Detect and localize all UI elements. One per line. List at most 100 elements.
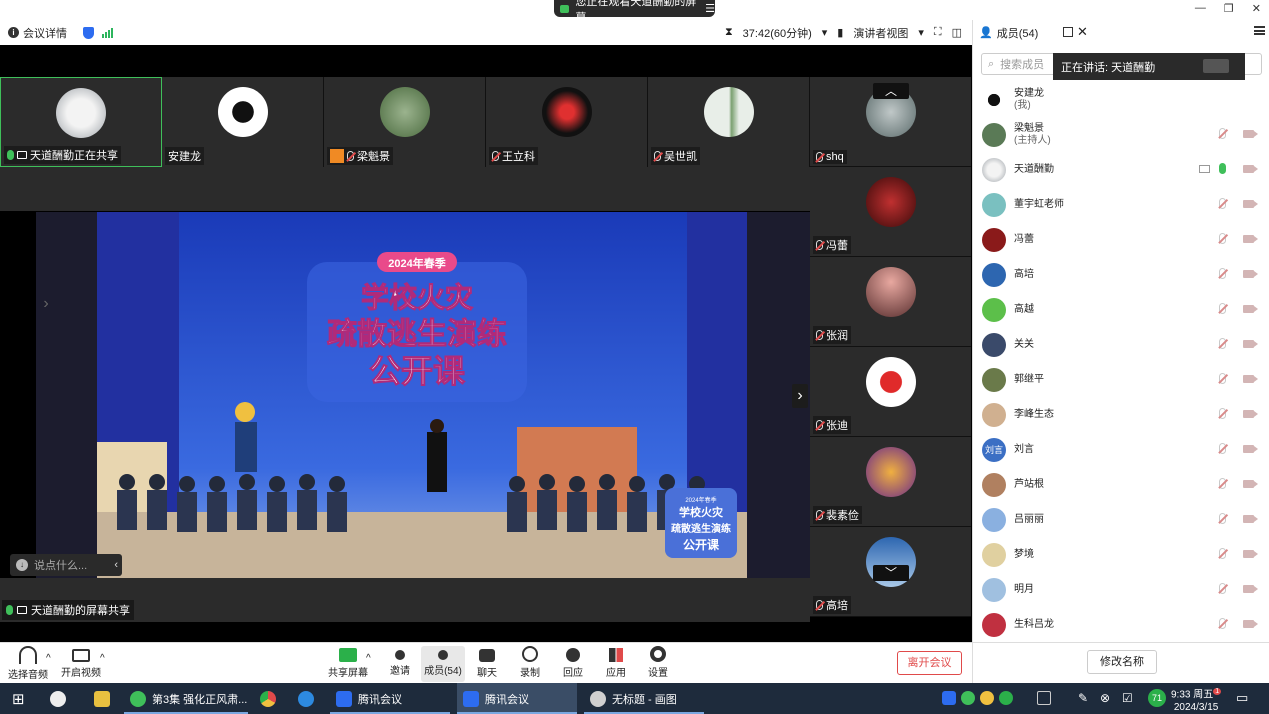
chevron-left-icon[interactable]: ‹: [114, 559, 118, 571]
member-row[interactable]: 天道酬勤: [973, 152, 1269, 187]
pen-icon[interactable]: ✎: [1078, 691, 1092, 705]
taskbar-app[interactable]: [88, 683, 118, 714]
camera-off-icon[interactable]: [1243, 480, 1258, 488]
mic-off-icon[interactable]: [1219, 443, 1226, 454]
chevron-down-icon[interactable]: ▾: [918, 26, 924, 39]
member-row[interactable]: 郭继平: [973, 362, 1269, 397]
member-row[interactable]: 生科吕龙: [973, 607, 1269, 642]
members-button[interactable]: 成员(54): [421, 646, 465, 682]
member-row[interactable]: 安建龙 (我): [973, 82, 1269, 117]
participant-tile[interactable]: 王立科: [486, 77, 648, 167]
apps-button[interactable]: 应用: [594, 646, 638, 679]
camera-off-icon[interactable]: [1243, 410, 1258, 418]
mic-off-icon[interactable]: [1219, 128, 1226, 139]
camera-off-icon[interactable]: [1243, 550, 1258, 558]
chat-input[interactable]: ↓ 说点什么... ‹: [10, 554, 122, 576]
chevron-up-icon[interactable]: ^: [100, 653, 105, 664]
mic-off-icon[interactable]: [1219, 548, 1226, 559]
participant-tile[interactable]: 张迪: [810, 347, 971, 437]
camera-off-icon[interactable]: [1243, 375, 1258, 383]
record-button[interactable]: 录制: [508, 646, 552, 679]
fullscreen-icon[interactable]: ⛶: [934, 26, 942, 39]
camera-off-icon[interactable]: [1243, 585, 1258, 593]
mic-off-icon[interactable]: [1219, 478, 1226, 489]
security-shield-icon[interactable]: [83, 26, 94, 39]
member-row[interactable]: 冯蕾: [973, 222, 1269, 257]
participant-tile[interactable]: 天道酬勤正在共享: [0, 77, 162, 167]
member-row[interactable]: 吕丽丽: [973, 502, 1269, 537]
chevron-right-icon[interactable]: ›: [792, 384, 808, 408]
tray-icon[interactable]: [980, 691, 994, 705]
camera-off-icon[interactable]: [1243, 235, 1258, 243]
system-clock[interactable]: 9:33 周五 1 2024/3/15: [1171, 685, 1222, 714]
mic-off-icon[interactable]: [1219, 408, 1226, 419]
meeting-timer[interactable]: 37:42(60分钟): [743, 25, 812, 41]
member-row[interactable]: 董宇虹老师: [973, 187, 1269, 222]
close-circle-icon[interactable]: ⊗: [1100, 691, 1114, 705]
member-row[interactable]: 梁魁景 (主持人): [973, 117, 1269, 152]
chevron-up-icon[interactable]: ︿: [873, 83, 909, 99]
camera-off-icon[interactable]: [1243, 515, 1258, 523]
camera-off-icon[interactable]: [1243, 130, 1258, 138]
tray-badge[interactable]: 71: [1148, 689, 1166, 707]
mic-off-icon[interactable]: [1219, 373, 1226, 384]
taskbar-app[interactable]: [292, 683, 322, 714]
participant-tile[interactable]: 高培 ﹀: [810, 527, 971, 617]
member-row[interactable]: 明月: [973, 572, 1269, 607]
member-row[interactable]: 高培: [973, 257, 1269, 292]
screen-share-banner[interactable]: 您正在观看天道酬勤的屏幕 ☰: [554, 0, 715, 24]
member-row[interactable]: 刘言 刘言: [973, 432, 1269, 467]
download-icon[interactable]: ↓: [16, 559, 28, 571]
chevron-up-icon[interactable]: ^: [46, 653, 51, 664]
chat-button[interactable]: 聊天: [465, 646, 509, 679]
taskbar-app[interactable]: [44, 683, 74, 714]
mic-off-icon[interactable]: [1219, 513, 1226, 524]
camera-off-icon[interactable]: [1243, 445, 1258, 453]
video-button[interactable]: 开启视频: [59, 646, 103, 679]
popout-icon[interactable]: [1063, 27, 1073, 37]
mic-off-icon[interactable]: [1219, 583, 1226, 594]
member-row[interactable]: 李峰生态: [973, 397, 1269, 432]
mic-off-icon[interactable]: [1219, 338, 1226, 349]
minimize-button[interactable]: —: [1195, 2, 1206, 15]
member-row[interactable]: 芦站根: [973, 467, 1269, 502]
meeting-details[interactable]: i 会议详情: [8, 25, 67, 41]
camera-off-icon[interactable]: [1243, 270, 1258, 278]
menu-icon[interactable]: ☰: [705, 2, 715, 15]
taskbar-app[interactable]: [254, 683, 284, 714]
member-row[interactable]: 关关: [973, 327, 1269, 362]
camera-off-icon[interactable]: [1243, 340, 1258, 348]
leave-meeting-button[interactable]: 离开会议: [897, 651, 962, 675]
taskbar-app[interactable]: 第3集 强化正风肃...: [124, 683, 248, 714]
mic-off-icon[interactable]: [1219, 303, 1226, 314]
hamburger-menu-icon[interactable]: [1254, 26, 1265, 35]
view-mode-selector[interactable]: 演讲者视图: [853, 25, 908, 41]
invite-button[interactable]: 邀请: [378, 646, 422, 677]
mic-off-icon[interactable]: [1219, 233, 1226, 244]
mic-on-icon[interactable]: [1219, 163, 1226, 174]
participant-tile[interactable]: 吴世凯: [648, 77, 810, 167]
rename-button[interactable]: 修改名称: [1087, 650, 1157, 674]
chevron-down-icon[interactable]: ﹀: [873, 565, 909, 581]
chevron-down-icon[interactable]: ▾: [822, 26, 828, 39]
mic-off-icon[interactable]: [1219, 268, 1226, 279]
start-button[interactable]: ⊞: [6, 683, 36, 714]
chevron-up-icon[interactable]: ^: [366, 653, 371, 664]
taskbar-app[interactable]: 无标题 - 画图: [584, 683, 704, 714]
tencent-tray-icon[interactable]: [942, 691, 956, 705]
mic-off-icon[interactable]: [1219, 198, 1226, 209]
checkbox-icon[interactable]: ☑: [1122, 691, 1136, 705]
react-button[interactable]: 回应: [551, 646, 595, 679]
participant-tile[interactable]: 张润: [810, 257, 971, 347]
settings-button[interactable]: 设置: [636, 646, 680, 679]
mic-off-icon[interactable]: [1219, 618, 1226, 629]
shield-icon[interactable]: [961, 691, 975, 705]
taskbar-app[interactable]: 腾讯会议: [330, 683, 450, 714]
close-icon[interactable]: ✕: [1077, 24, 1088, 40]
member-row[interactable]: 高越: [973, 292, 1269, 327]
taskbar-app[interactable]: 腾讯会议: [457, 683, 577, 714]
chevron-left-icon[interactable]: ›: [38, 292, 54, 316]
restore-button[interactable]: ❐: [1224, 2, 1234, 15]
share-screen-button[interactable]: 共享屏幕: [326, 646, 370, 679]
participant-tile[interactable]: 冯蕾: [810, 167, 971, 257]
